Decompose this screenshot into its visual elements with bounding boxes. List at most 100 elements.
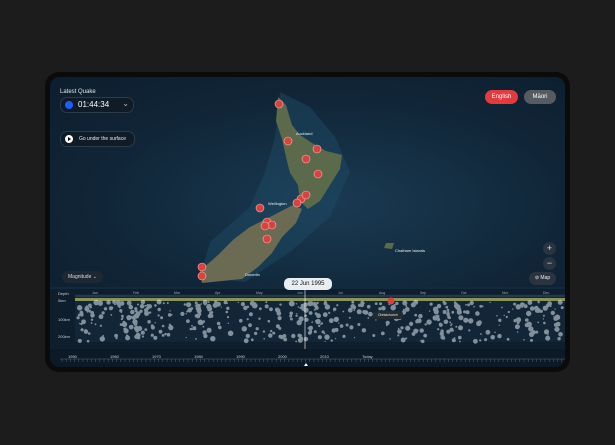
year-label[interactable]: 2010 (320, 354, 329, 359)
quake-dot (137, 303, 139, 306)
year-label[interactable]: Today (362, 354, 373, 359)
quake-dot (122, 317, 124, 319)
chevron-down-icon: ⌄ (122, 99, 129, 108)
quake-dot (203, 302, 207, 306)
quake-dot (458, 315, 464, 321)
chevron-down-icon: ⌄ (92, 274, 97, 280)
quake-dot (226, 302, 229, 304)
quake-dot (397, 334, 400, 337)
quake-dot (455, 325, 458, 328)
quake-dot (162, 302, 165, 305)
go-under-surface-button[interactable]: Go under the surface (60, 131, 135, 147)
latest-quake-selector[interactable]: 01:44:34 ⌄ (60, 97, 134, 113)
quake-dot (144, 304, 147, 307)
go-under-surface-label: Go under the surface (79, 136, 126, 142)
quake-dot (317, 335, 322, 340)
quake-dot (90, 311, 94, 315)
quake-dot (324, 340, 326, 342)
quake-dot (549, 305, 552, 308)
map-button[interactable]: ⊘ Map (529, 272, 556, 285)
depth-label-0km: 0km (58, 298, 66, 303)
quake-dot (169, 310, 171, 312)
quake-dot (353, 337, 356, 339)
quake-dot (226, 316, 230, 319)
language-english-button[interactable]: English (485, 90, 518, 104)
quake-dot (115, 337, 118, 340)
year-label[interactable]: 1970 (152, 354, 161, 359)
month-label: Mar (174, 291, 181, 295)
quake-dot (134, 309, 138, 313)
quake-dot (296, 319, 302, 326)
quake-dot (218, 325, 222, 330)
quake-dot (156, 299, 162, 305)
month-label: May (256, 291, 263, 295)
year-label[interactable]: 1960 (110, 354, 119, 359)
quake-dot (473, 305, 475, 308)
quake-dot (77, 338, 82, 343)
quake-dot (303, 307, 309, 313)
zoom-out-button[interactable]: − (543, 257, 556, 270)
quake-dot (202, 320, 206, 323)
timeline[interactable]: Depth 0km 100km 200km Jan Feb Mar Apr May Jun… (50, 289, 565, 367)
quake-dot (513, 302, 517, 306)
month-label: Feb (133, 291, 140, 295)
quake-dot (496, 315, 498, 317)
quake-dot (320, 322, 324, 325)
quake-dot (237, 301, 239, 304)
quake-dot (516, 331, 519, 333)
quake-dot (300, 334, 303, 336)
language-maori-button[interactable]: Māori (524, 90, 556, 104)
quake-dot (432, 315, 438, 321)
quake-dot (311, 321, 314, 323)
quake-dot (560, 306, 564, 310)
quake-dot (339, 324, 344, 328)
quake-dot (358, 303, 362, 307)
quake-dot (485, 329, 491, 335)
quake-dot (295, 303, 298, 305)
year-label[interactable]: 2000 (278, 354, 287, 359)
quake-dot (424, 323, 427, 326)
quake-dot (442, 310, 447, 314)
quake-dot (366, 304, 371, 309)
year-label[interactable]: 1980 (194, 354, 203, 359)
quake-dot (268, 333, 273, 338)
quake-marker (197, 271, 207, 281)
quake-dot (334, 338, 337, 340)
quake-dot (413, 300, 417, 305)
quake-dot (284, 335, 287, 337)
quake-dot (99, 324, 102, 327)
year-label[interactable]: 1990 (236, 354, 245, 359)
quake-dot (191, 325, 193, 327)
quake-dot (106, 300, 111, 305)
quake-dot (553, 316, 558, 321)
quake-dot (524, 322, 530, 328)
year-label[interactable]: 1950 (68, 354, 77, 359)
magnitude-button[interactable]: Magnitude ⌄ (62, 271, 103, 283)
quake-dot (468, 329, 471, 332)
quake-dot (338, 322, 340, 324)
quake-dot (186, 319, 190, 323)
month-label: Sep (420, 291, 427, 295)
quake-dot (537, 321, 540, 324)
quake-dot (185, 336, 187, 339)
quake-dot (527, 300, 533, 305)
quake-dot (546, 335, 549, 338)
quake-dot (330, 339, 333, 342)
quake-dot (223, 300, 228, 305)
quake-dot (120, 311, 123, 314)
quake-dot (397, 329, 402, 334)
quake-dot (426, 319, 432, 325)
quake-dot (363, 310, 369, 315)
quake-dot (475, 311, 480, 316)
quake-dot (226, 306, 230, 310)
zoom-in-button[interactable]: + (543, 242, 556, 255)
quake-dot (144, 328, 148, 331)
quake-dot (140, 330, 145, 335)
quake-dot (269, 307, 273, 312)
quake-dot (356, 309, 362, 315)
month-label: Jan (92, 291, 98, 295)
quake-dot (121, 321, 128, 327)
quake-dot (166, 332, 171, 337)
quake-dot (130, 309, 135, 315)
quake-dot (428, 310, 431, 312)
